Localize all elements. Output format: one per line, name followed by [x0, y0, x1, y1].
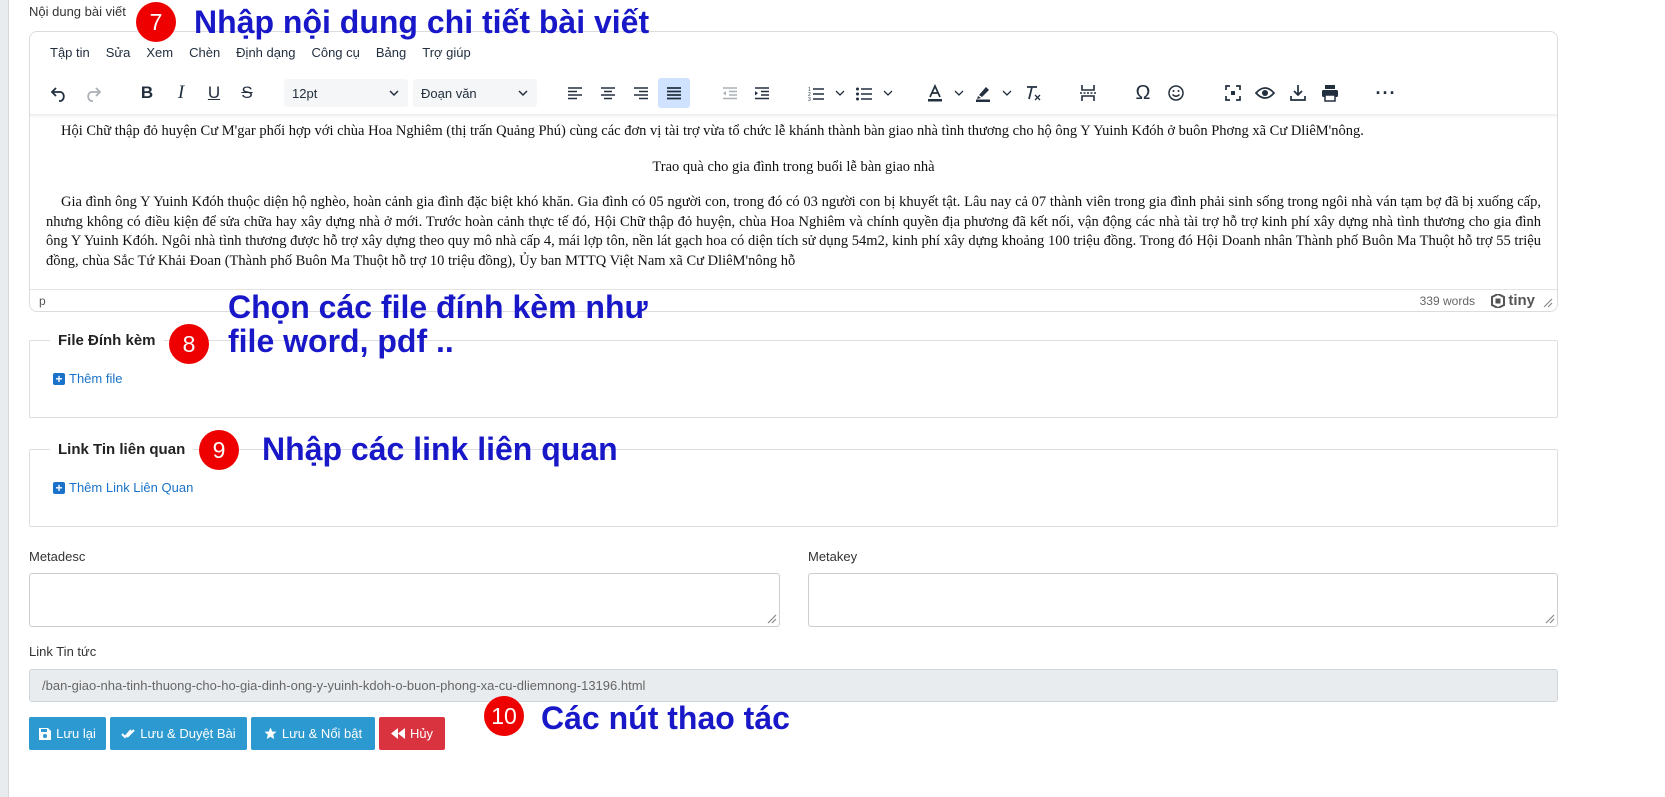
plus-icon: +: [53, 372, 65, 385]
save-icon[interactable]: [1283, 78, 1313, 108]
tiny-brand: tiny: [1508, 292, 1535, 309]
tiny-logo-icon: [1491, 293, 1506, 308]
annotation-8-line2: file word, pdf ..: [228, 323, 454, 359]
related-links-fieldset: [29, 449, 1558, 527]
block-format-value: Đoạn văn: [421, 85, 477, 101]
related-links-legend: Link Tin liên quan: [50, 441, 194, 458]
editor-toolbar: B I U S 12pt Đoạn văn 1 2 3 Ω ···: [30, 76, 1557, 112]
annotation-7: Nhập nội dung chi tiết bài viết: [194, 4, 650, 40]
chevron-down-icon: [389, 90, 399, 97]
chevron-down-icon: [518, 90, 528, 97]
emoticon-icon[interactable]: [1161, 78, 1191, 108]
bold-icon[interactable]: B: [132, 78, 162, 108]
more-icon[interactable]: ···: [1371, 78, 1401, 108]
add-related-link[interactable]: + Thêm Link Liên Quan: [53, 480, 193, 495]
save-feature-label: Lưu & Nổi bật: [281, 726, 363, 741]
save-approve-label: Lưu & Duyệt Bài: [140, 726, 236, 741]
content-paragraph: Hội Chữ thập đỏ huyện Cư M'gar phối hợp …: [61, 123, 1364, 139]
align-right-icon[interactable]: [626, 78, 656, 108]
underline-icon[interactable]: U: [199, 78, 229, 108]
content-label: Nội dung bài viết: [29, 4, 126, 19]
indent-icon[interactable]: [747, 78, 777, 108]
font-size-value: 12pt: [292, 85, 318, 101]
menu-tools[interactable]: Công cụ: [303, 41, 367, 64]
add-related-label: Thêm Link Liên Quan: [69, 480, 194, 495]
cancel-button[interactable]: Hủy: [379, 717, 445, 750]
news-link-label: Link Tin tức: [29, 644, 97, 659]
menu-file[interactable]: Tập tin: [42, 41, 98, 64]
resize-handle-icon[interactable]: [767, 614, 777, 624]
align-center-icon[interactable]: [593, 78, 623, 108]
annotation-10: Các nút thao tác: [541, 700, 790, 736]
strikethrough-icon[interactable]: S: [232, 78, 262, 108]
menu-help[interactable]: Trợ giúp: [414, 41, 479, 64]
step-badge-7: 7: [136, 2, 176, 42]
content-paragraph: Gia đình ông Y Yuinh Kđóh thuộc diện hộ …: [46, 194, 1541, 269]
special-char-icon[interactable]: Ω: [1128, 78, 1158, 108]
news-link-input[interactable]: /ban-giao-nha-tinh-thuong-cho-ho-gia-din…: [29, 669, 1558, 702]
undo-icon[interactable]: [44, 78, 74, 108]
align-left-icon[interactable]: [560, 78, 590, 108]
chevron-down-icon[interactable]: [997, 78, 1017, 108]
font-size-select[interactable]: 12pt: [284, 79, 408, 107]
rich-text-editor[interactable]: Tập tin Sửa Xem Chèn Định dạng Công cụ B…: [29, 31, 1558, 312]
block-format-select[interactable]: Đoạn văn: [413, 79, 537, 107]
save-approve-button[interactable]: Lưu & Duyệt Bài: [110, 717, 247, 750]
metadesc-label: Metadesc: [29, 549, 86, 564]
menu-edit[interactable]: Sửa: [98, 41, 139, 64]
menu-insert[interactable]: Chèn: [181, 41, 228, 64]
content-caption: Trao quà cho gia đình trong buổi lễ bàn …: [652, 158, 935, 175]
metadesc-input[interactable]: [29, 573, 780, 627]
cancel-label: Hủy: [409, 726, 434, 741]
annotation-9: Nhập các link liên quan: [262, 431, 618, 467]
add-file-label: Thêm file: [69, 371, 123, 386]
preview-icon[interactable]: [1250, 78, 1280, 108]
fullscreen-icon[interactable]: [1218, 78, 1248, 108]
svg-text:3: 3: [808, 97, 811, 101]
clear-format-icon[interactable]: [1019, 78, 1047, 108]
chevron-down-icon[interactable]: [949, 78, 969, 108]
menu-table[interactable]: Bảng: [368, 41, 414, 64]
save-feature-button[interactable]: Lưu & Nổi bật: [251, 717, 375, 750]
save-button[interactable]: Lưu lại: [29, 717, 106, 750]
menu-format[interactable]: Định dạng: [228, 41, 303, 64]
resize-handle-icon[interactable]: [1543, 298, 1553, 308]
add-file-link[interactable]: + Thêm file: [53, 371, 122, 386]
metakey-input[interactable]: [808, 573, 1558, 627]
tiny-logo[interactable]: tiny: [1491, 292, 1535, 309]
italic-icon[interactable]: I: [166, 78, 196, 108]
backward-icon: [390, 728, 405, 739]
print-icon[interactable]: [1315, 78, 1345, 108]
element-path[interactable]: p: [39, 294, 46, 308]
attachments-legend: File Đính kèm: [50, 332, 164, 349]
star-icon: [264, 727, 277, 739]
step-badge-10: 10: [484, 696, 524, 736]
word-count[interactable]: 339 words: [1420, 294, 1475, 308]
align-justify-icon[interactable]: [658, 78, 690, 108]
highlight-icon[interactable]: [971, 78, 995, 108]
editor-content[interactable]: Hội Chữ thập đỏ huyện Cư M'gar phối hợp …: [30, 122, 1557, 287]
text-color-icon[interactable]: [923, 78, 947, 108]
redo-icon[interactable]: [78, 78, 108, 108]
bullet-list-icon[interactable]: [852, 78, 876, 108]
step-badge-9: 9: [199, 430, 239, 470]
left-panel-edge: [0, 0, 9, 797]
chevron-down-icon[interactable]: [878, 78, 898, 108]
metakey-label: Metakey: [808, 549, 858, 564]
check-double-icon: [121, 728, 135, 738]
chevron-down-icon[interactable]: [830, 78, 850, 108]
floppy-icon: [39, 727, 52, 740]
resize-handle-icon[interactable]: [1545, 614, 1555, 624]
numbered-list-icon[interactable]: 123: [804, 78, 828, 108]
menu-view[interactable]: Xem: [138, 41, 181, 64]
step-badge-8: 8: [169, 324, 209, 364]
toolbar-divider: [30, 114, 1557, 118]
outdent-icon[interactable]: [715, 78, 745, 108]
plus-icon: +: [53, 481, 65, 494]
save-label: Lưu lại: [56, 726, 96, 741]
annotation-8-line1: Chọn các file đính kèm như: [228, 289, 648, 325]
page-break-icon[interactable]: [1073, 78, 1103, 108]
